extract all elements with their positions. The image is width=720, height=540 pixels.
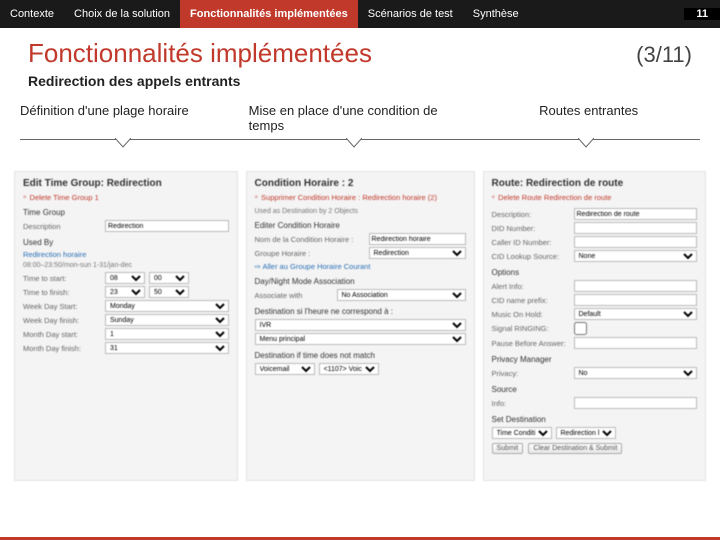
nav-scenarios[interactable]: Scénarios de test — [358, 0, 463, 28]
panel3-opt-sec: Options — [492, 268, 698, 277]
panel2-dn-sec: Day/Night Mode Association — [255, 277, 466, 286]
time-finish-hour[interactable]: 23 — [105, 286, 145, 298]
alert-label: Alert Info: — [492, 282, 570, 291]
mday-finish-select[interactable]: 31 — [105, 342, 229, 354]
cond-group-select[interactable]: Redirection — [369, 247, 466, 259]
desc-label: Description — [23, 222, 101, 231]
screenshot-time-group: Edit Time Group: Redirection Delete Time… — [14, 171, 238, 481]
panel3-src-sec: Source — [492, 385, 698, 394]
sp-checkbox[interactable] — [574, 322, 587, 335]
nav-choix[interactable]: Choix de la solution — [64, 0, 180, 28]
wday-finish-select[interactable]: Sunday — [105, 314, 229, 326]
cond-name-label: Nom de la Condition Horaire : — [255, 235, 365, 244]
delete-route-link[interactable]: Delete Route Redirection de route — [492, 193, 698, 202]
moh-label: Music On Hold: — [492, 310, 570, 319]
panel2-used: Used as Destination by 2 Objects — [255, 208, 466, 215]
subtitle: Redirection des appels entrants — [0, 69, 720, 89]
pause-input[interactable] — [574, 337, 698, 349]
src-label: Info: — [492, 399, 570, 408]
cid-input[interactable] — [574, 236, 698, 248]
cond-name-input[interactable] — [369, 233, 466, 245]
cid-label: Caller ID Number: — [492, 238, 570, 247]
assoc-label: Associate with — [255, 291, 333, 300]
screenshot-time-condition: Condition Horaire : 2 Supprimer Conditio… — [246, 171, 475, 481]
screenshot-inbound-route: Route: Redirection de route Delete Route… — [483, 171, 707, 481]
clear-dest-button[interactable]: Clear Destination & Submit — [528, 443, 622, 454]
panel2-dest-sec: Destination si l'heure ne correspond à : — [255, 307, 466, 316]
panel3-pm-sec: Privacy Manager — [492, 355, 698, 364]
timeline — [20, 139, 700, 165]
mday-start-label: Month Day start: — [23, 330, 101, 339]
panel2-sec-edit: Editer Condition Horaire — [255, 221, 466, 230]
cidlookup-select[interactable]: None — [574, 250, 698, 262]
route-desc-label: Description: — [492, 210, 570, 219]
cidp-label: CID name prefix: — [492, 296, 570, 305]
pause-label: Pause Before Answer: — [492, 339, 570, 348]
panel3-heading: Route: Redirection de route — [492, 178, 698, 189]
time-range: 08:00–23:50/mon-sun 1-31/jan-dec — [23, 262, 229, 269]
panel2-dest2-sec: Destination if time does not match — [255, 351, 466, 360]
page-number: 11 — [684, 8, 720, 20]
wday-start-label: Week Day Start: — [23, 302, 101, 311]
pm-select[interactable]: No — [574, 367, 698, 379]
sp-label: Signal RINGING: — [492, 324, 570, 333]
setdest-a[interactable]: Time Condition — [492, 427, 552, 439]
goto-group-link[interactable]: ⇨ Aller au Groupe Horaire Courant — [255, 262, 466, 271]
time-start-min[interactable]: 00 — [149, 272, 189, 284]
did-input[interactable] — [574, 222, 698, 234]
col-label-1: Définition d'une plage horaire — [20, 103, 243, 139]
time-start-hour[interactable]: 08 — [105, 272, 145, 284]
assoc-select[interactable]: No Association — [337, 289, 466, 301]
submit-button[interactable]: Submit — [492, 443, 524, 454]
time-start-label: Time to start: — [23, 274, 101, 283]
cidlookup-label: CID Lookup Source: — [492, 252, 570, 261]
slide-counter: (3/11) — [636, 42, 692, 68]
dest-match-sub[interactable]: Menu principal — [255, 333, 466, 345]
description-input[interactable] — [105, 220, 229, 232]
mday-finish-label: Month Day finish: — [23, 344, 101, 353]
route-desc-input[interactable] — [574, 208, 698, 220]
panel1-heading: Edit Time Group: Redirection — [23, 178, 229, 189]
panel1-sec-used: Used By — [23, 238, 229, 247]
timeline-notch-icon — [115, 138, 131, 148]
col-label-2: Mise en place d'une condition de temps — [249, 103, 472, 139]
panel1-sec-group: Time Group — [23, 208, 229, 217]
page-title: Fonctionnalités implémentées — [28, 38, 636, 69]
moh-select[interactable]: Default — [574, 308, 698, 320]
cond-group-label: Groupe Horaire : — [255, 249, 365, 258]
wday-finish-label: Week Day finish: — [23, 316, 101, 325]
delete-condition-link[interactable]: Supprimer Condition Horaire : Redirectio… — [255, 193, 466, 202]
dest-nomatch-b[interactable]: <1107> Voicemail2 — [319, 363, 379, 375]
cidp-input[interactable] — [574, 294, 698, 306]
panel3-dest-sec: Set Destination — [492, 415, 698, 424]
nav-fonctionnalites[interactable]: Fonctionnalités implémentées — [180, 0, 358, 28]
timeline-notch-icon — [346, 138, 362, 148]
timeline-notch-icon — [578, 138, 594, 148]
pm-label: Privacy: — [492, 369, 570, 378]
dest-match-select[interactable]: IVR — [255, 319, 466, 331]
did-label: DID Number: — [492, 224, 570, 233]
time-finish-min[interactable]: 50 — [149, 286, 189, 298]
dest-nomatch-a[interactable]: Voicemail — [255, 363, 315, 375]
top-nav: Contexte Choix de la solution Fonctionna… — [0, 0, 720, 28]
used-by-link[interactable]: Redirection horaire — [23, 250, 229, 259]
col-label-3: Routes entrantes — [477, 103, 700, 139]
delete-time-group-link[interactable]: Delete Time Group 1 — [23, 193, 229, 202]
mday-start-select[interactable]: 1 — [105, 328, 229, 340]
nav-contexte[interactable]: Contexte — [0, 0, 64, 28]
panel2-heading: Condition Horaire : 2 — [255, 178, 466, 189]
alert-input[interactable] — [574, 280, 698, 292]
wday-start-select[interactable]: Monday — [105, 300, 229, 312]
nav-synthese[interactable]: Synthèse — [463, 0, 529, 28]
setdest-b[interactable]: Redirection horaire — [556, 427, 616, 439]
time-finish-label: Time to finish: — [23, 288, 101, 297]
src-input[interactable] — [574, 397, 698, 409]
